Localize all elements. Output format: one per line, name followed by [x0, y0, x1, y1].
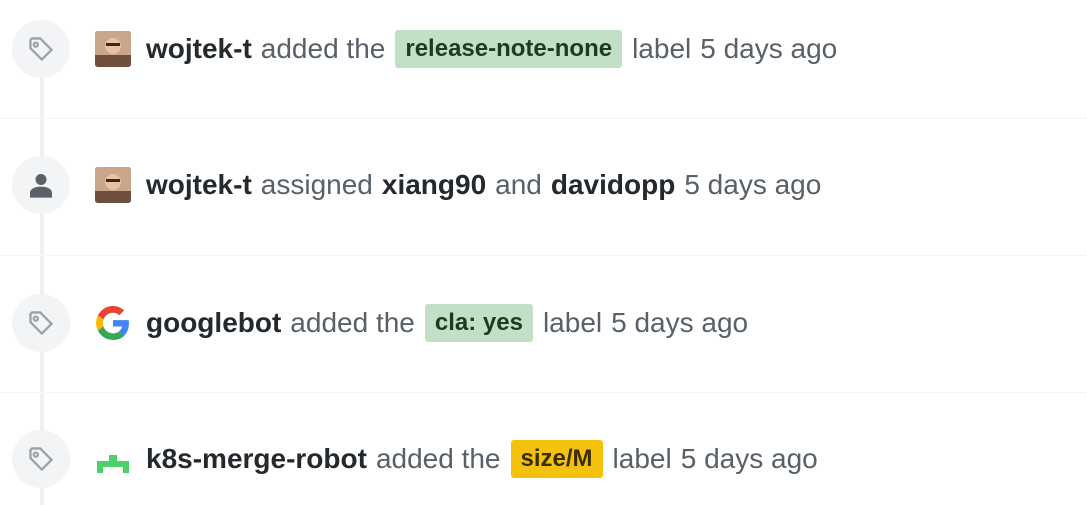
- tag-icon: [12, 430, 70, 488]
- author-link[interactable]: googlebot: [146, 303, 281, 343]
- timeline-event-labeled: wojtek-t added the release-note-none lab…: [0, 14, 1087, 84]
- assignee-link[interactable]: davidopp: [551, 165, 675, 205]
- label-suffix: label: [612, 443, 672, 474]
- tag-icon: [12, 20, 70, 78]
- robot-icon[interactable]: [95, 441, 131, 477]
- divider: [0, 392, 1087, 393]
- person-icon: [12, 156, 70, 214]
- action-text: added the: [290, 307, 415, 338]
- user-avatar[interactable]: [95, 31, 131, 67]
- label-badge[interactable]: cla: yes: [424, 304, 533, 342]
- label-badge[interactable]: release-note-none: [395, 30, 623, 68]
- timeline-event-labeled: k8s-merge-robot added the size/M label 5…: [0, 424, 1087, 494]
- author-link[interactable]: wojtek-t: [146, 29, 252, 69]
- timestamp[interactable]: 5 days ago: [684, 165, 821, 205]
- timeline-event-labeled: googlebot added the cla: yes label 5 day…: [0, 288, 1087, 358]
- assignee-link[interactable]: xiang90: [382, 165, 486, 205]
- timestamp[interactable]: 5 days ago: [611, 303, 748, 343]
- author-link[interactable]: wojtek-t: [146, 165, 252, 205]
- label-badge[interactable]: size/M: [510, 440, 603, 478]
- author-link[interactable]: k8s-merge-robot: [146, 439, 367, 479]
- divider: [0, 255, 1087, 256]
- divider: [0, 118, 1087, 119]
- timestamp[interactable]: 5 days ago: [700, 29, 837, 69]
- action-text: added the: [375, 443, 501, 474]
- label-suffix: label: [632, 33, 692, 64]
- tag-icon: [12, 294, 70, 352]
- conjunction-text: and: [495, 169, 542, 200]
- user-avatar[interactable]: [95, 167, 131, 203]
- action-text: added the: [260, 33, 386, 64]
- timestamp[interactable]: 5 days ago: [681, 439, 818, 479]
- label-suffix: label: [542, 307, 603, 338]
- google-logo[interactable]: [95, 305, 131, 341]
- action-text: assigned: [260, 169, 373, 200]
- timeline-event-assigned: wojtek-t assigned xiang90 and davidopp 5…: [0, 150, 1087, 220]
